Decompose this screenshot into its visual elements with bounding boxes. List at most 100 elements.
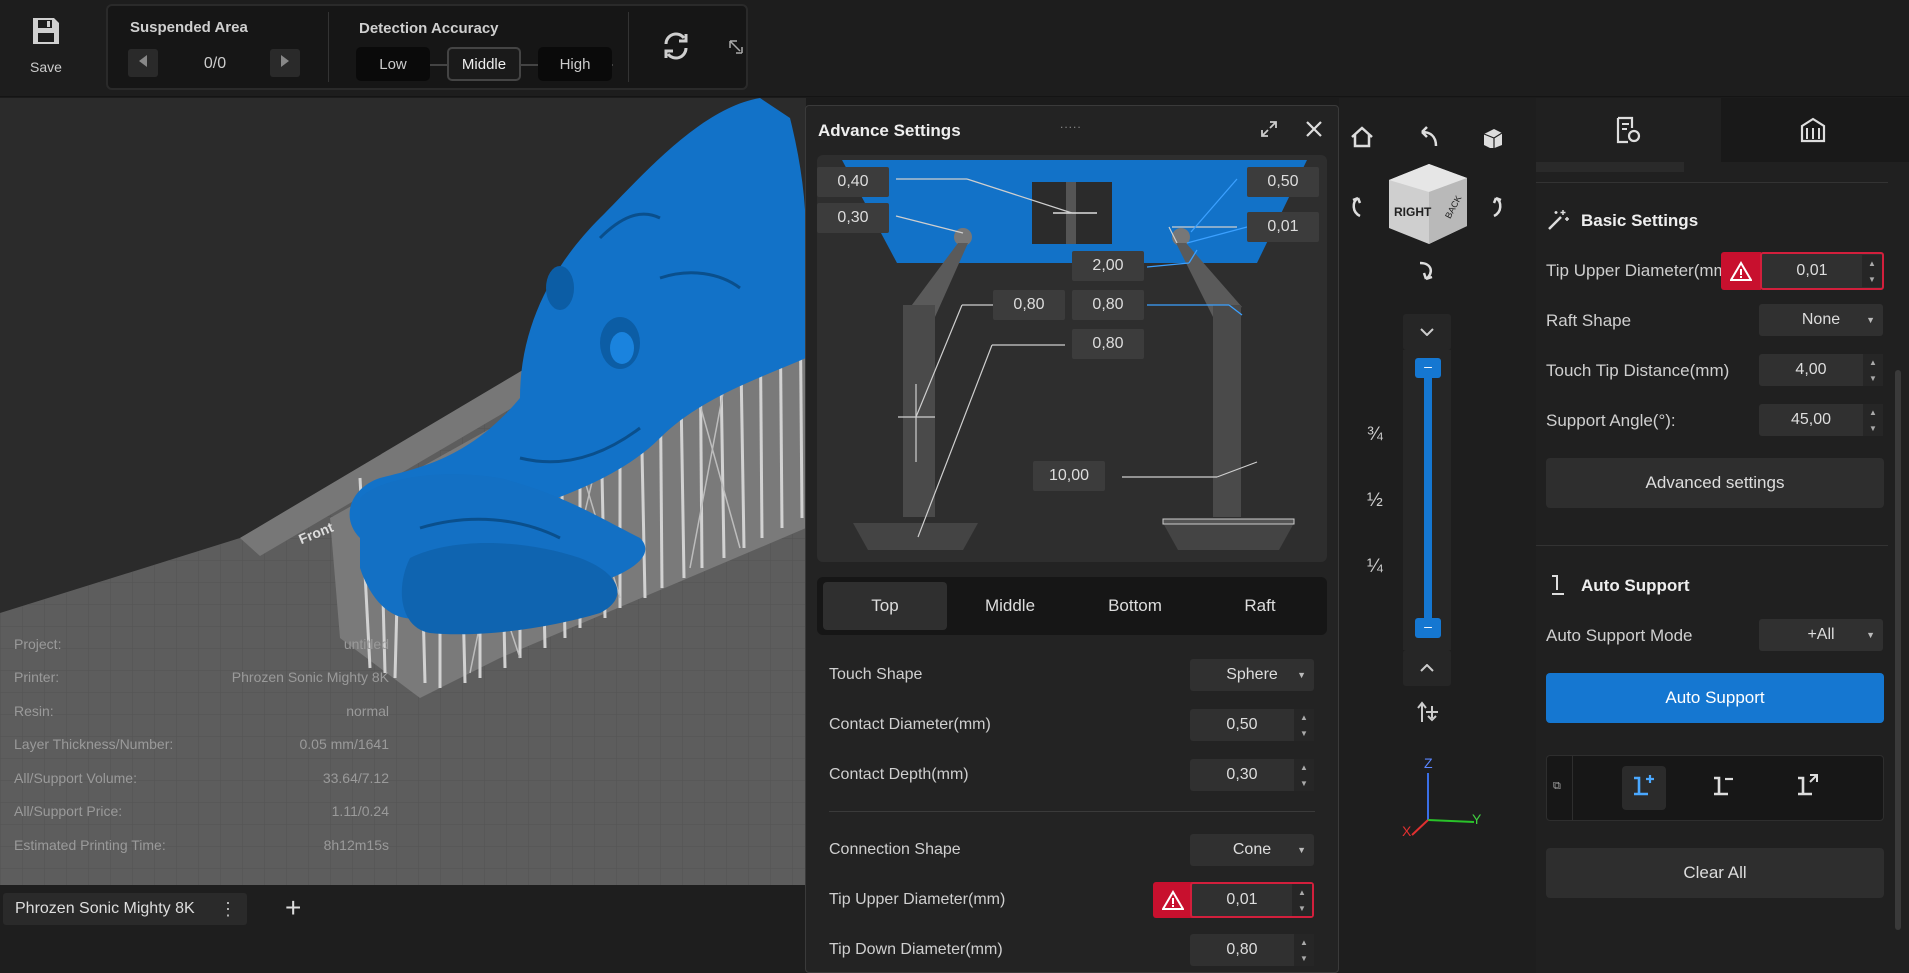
undo-arrow-icon <box>1414 126 1440 152</box>
add-support-icon <box>1630 772 1658 805</box>
diagram-value: 0,80 <box>1072 329 1144 359</box>
collapse-icon <box>729 40 743 58</box>
accuracy-low-button[interactable]: Low <box>356 47 430 81</box>
accuracy-middle-button[interactable]: Middle <box>447 47 521 81</box>
right-panel-scrollbar[interactable] <box>1895 370 1901 930</box>
refresh-icon <box>660 32 692 66</box>
tab-support-settings[interactable] <box>1721 98 1909 162</box>
dialog-title: Advance Settings <box>818 121 961 140</box>
toolbar-toggle-icon[interactable]: ⧉ <box>1553 780 1561 793</box>
add-support-button[interactable] <box>1622 766 1666 810</box>
rp-tip-upper-label: Tip Upper Diameter(mm) <box>1546 261 1731 280</box>
tab-top[interactable]: Top <box>823 582 947 630</box>
raft-shape-select[interactable]: None ▼ <box>1759 304 1883 336</box>
close-dialog-button[interactable] <box>1305 120 1323 143</box>
accuracy-high-button[interactable]: High <box>538 47 612 81</box>
layer-up-button[interactable] <box>1403 650 1451 686</box>
view-cube-right-face: RIGHT <box>1394 205 1432 219</box>
axis-y-label: Y <box>1472 811 1482 827</box>
diagram-value: 0,50 <box>1247 167 1319 197</box>
rp-tip-upper-input[interactable]: 0,01 ▲ ▼ <box>1760 252 1884 290</box>
expand-icon <box>1260 121 1278 142</box>
info-volume: All/Support Volume: 33.64/7.12 <box>14 770 389 786</box>
layer-jump-button[interactable] <box>1416 700 1440 729</box>
support-structure-icon <box>1799 116 1827 149</box>
refresh-button[interactable] <box>660 30 692 67</box>
tab-middle[interactable]: Middle <box>948 582 1072 630</box>
more-vertical-icon[interactable]: ⋮ <box>219 899 237 920</box>
contact-depth-input[interactable]: 0,30 ▲ ▼ <box>1190 759 1314 791</box>
triangle-right-icon <box>280 54 290 73</box>
connection-shape-select[interactable]: Cone ▼ <box>1190 834 1314 866</box>
view-cube[interactable]: RIGHT BACK <box>1385 162 1469 253</box>
diagram-value: 2,00 <box>1072 251 1144 281</box>
detection-accuracy-title: Detection Accuracy <box>359 20 499 37</box>
floppy-disk-icon <box>31 16 61 51</box>
support-angle-input[interactable]: 45,00 ▲ ▼ <box>1759 404 1883 436</box>
edit-support-button[interactable] <box>1786 766 1830 810</box>
iso-view-button[interactable] <box>1480 126 1504 153</box>
warning-icon <box>1721 252 1761 290</box>
settings-tabs: Top Middle Bottom Raft <box>817 577 1327 635</box>
chevron-down-icon: ▼ <box>1297 670 1306 680</box>
drag-handle[interactable]: ..... <box>1060 117 1082 131</box>
suspended-area-counter: 0/0 <box>203 55 227 72</box>
rotate-right-button[interactable] <box>1480 194 1504 225</box>
expand-button[interactable] <box>1260 120 1278 143</box>
chevron-down-icon <box>1420 323 1434 341</box>
triangle-left-icon <box>138 54 148 73</box>
layer-down-button[interactable] <box>1403 314 1451 350</box>
info-resin: Resin: normal <box>14 703 389 719</box>
clear-all-button[interactable]: Clear All <box>1546 848 1884 898</box>
cube-icon <box>1480 129 1504 152</box>
save-button[interactable]: Save <box>0 0 92 97</box>
next-area-button[interactable] <box>270 49 300 77</box>
home-view-button[interactable] <box>1350 126 1374 153</box>
diagram-value: 0,80 <box>1072 290 1144 320</box>
touch-shape-select[interactable]: Sphere ▼ <box>1190 659 1314 691</box>
upper-layer-handle[interactable]: – <box>1415 358 1441 378</box>
3d-viewport[interactable]: Front <box>0 98 806 885</box>
suspended-area-title: Suspended Area <box>130 19 248 36</box>
layer-slider-range <box>1424 370 1432 628</box>
add-printer-button[interactable]: + <box>285 892 301 924</box>
close-icon <box>1305 121 1323 142</box>
tip-upper-diameter-input[interactable]: 0,01 ▲ ▼ <box>1190 882 1314 918</box>
collapse-panel-button[interactable] <box>729 40 743 59</box>
tab-part-settings[interactable] <box>1536 98 1721 162</box>
document-gear-icon <box>1614 116 1642 149</box>
chevron-down-icon: ▼ <box>1297 845 1306 855</box>
tab-raft[interactable]: Raft <box>1198 582 1322 630</box>
remove-support-button[interactable] <box>1702 766 1746 810</box>
advanced-settings-button[interactable]: Advanced settings <box>1546 458 1884 508</box>
tip-down-diameter-input[interactable]: 0,80 ▲ ▼ <box>1190 934 1314 966</box>
slider-mark-half: ½ <box>1367 490 1383 511</box>
rotate-down-button[interactable] <box>1414 259 1440 288</box>
tab-bottom[interactable]: Bottom <box>1073 582 1197 630</box>
previous-area-button[interactable] <box>128 49 158 77</box>
touch-shape-label: Touch Shape <box>829 666 923 683</box>
printer-tab[interactable]: Phrozen Sonic Mighty 8K ⋮ <box>3 893 247 925</box>
rotate-left-button[interactable] <box>1350 194 1374 225</box>
save-label: Save <box>30 59 62 75</box>
info-price: All/Support Price: 1.11/0.24 <box>14 803 389 819</box>
chevron-down-icon: ▼ <box>1866 315 1875 325</box>
auto-support-button[interactable]: Auto Support <box>1546 673 1884 723</box>
divider <box>1536 545 1888 546</box>
rotate-ccw-button[interactable] <box>1414 126 1440 153</box>
auto-support-mode-select[interactable]: +All ▼ <box>1759 619 1883 651</box>
lower-layer-handle[interactable]: – <box>1415 618 1441 638</box>
axis-gizmo: Z Y X <box>1402 755 1492 846</box>
touch-tip-distance-input[interactable]: 4,00 ▲ ▼ <box>1759 354 1883 386</box>
raft-shape-label: Raft Shape <box>1546 311 1632 330</box>
diagram-value: 0,01 <box>1247 212 1319 242</box>
contact-diameter-input[interactable]: 0,50 ▲ ▼ <box>1190 709 1314 741</box>
contact-depth-label: Contact Depth(mm) <box>829 766 969 783</box>
build-plate-scene <box>0 98 806 885</box>
chevron-up-icon <box>1420 659 1434 677</box>
layer-slider[interactable]: – – <box>1403 350 1451 650</box>
divider <box>829 811 1315 812</box>
rotate-right-icon <box>1480 196 1504 224</box>
support-diagram: 0,40 0,30 0,50 0,01 2,00 0,80 0,80 0,80 … <box>817 155 1327 562</box>
divider <box>328 12 329 82</box>
